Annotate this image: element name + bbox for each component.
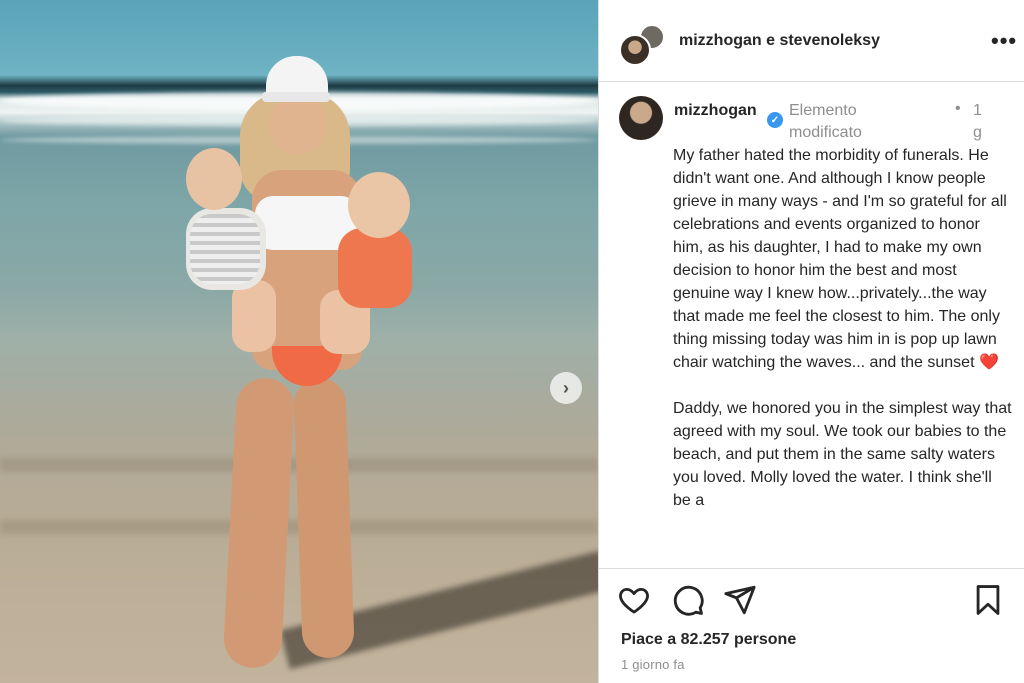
chevron-right-icon: › xyxy=(563,377,569,398)
caption-text: My father hated the morbidity of funeral… xyxy=(673,147,1012,371)
photo-figure-face xyxy=(270,96,326,154)
red-heart-emoji: ❤️ xyxy=(978,354,999,371)
time-separator: • xyxy=(955,100,961,117)
avatar xyxy=(619,34,651,66)
post-side-panel: mizzhogan e stevenoleksy ••• mizzhogan ✓… xyxy=(598,0,1024,683)
post-header: mizzhogan e stevenoleksy ••• xyxy=(599,0,1024,82)
caption-username[interactable]: mizzhogan xyxy=(674,100,764,122)
avatar[interactable] xyxy=(619,96,663,140)
next-photo-button[interactable]: › xyxy=(550,372,582,404)
post-time[interactable]: 1 g xyxy=(973,100,987,144)
post-actions: Piace a 82.257 persone 1 giorno fa xyxy=(599,568,1024,683)
caption-text: Daddy, we honored you in the simplest wa… xyxy=(673,400,1012,509)
photo-baby-head xyxy=(348,172,410,238)
bookmark-icon[interactable] xyxy=(971,583,1005,617)
verified-badge-icon: ✓ xyxy=(767,112,783,128)
photo-figure-cap-brim xyxy=(262,92,330,102)
photo-baby-legs xyxy=(232,280,276,352)
photo-baby-body xyxy=(338,228,412,308)
heart-icon[interactable] xyxy=(617,583,651,617)
more-dots-icon[interactable]: ••• xyxy=(991,28,1017,54)
send-icon[interactable] xyxy=(723,583,757,617)
photo-figure-leg xyxy=(222,376,296,670)
caption-scroll-area[interactable]: My father hated the morbidity of funeral… xyxy=(673,144,1013,567)
collab-avatars[interactable] xyxy=(619,24,665,66)
comment-icon[interactable] xyxy=(671,583,705,617)
post-author-names[interactable]: mizzhogan e stevenoleksy xyxy=(679,32,880,50)
edited-label: Elemento modificato xyxy=(789,102,862,141)
likes-count[interactable]: Piace a 82.257 persone xyxy=(621,631,796,649)
photo-figure-leg xyxy=(293,377,355,659)
post-date: 1 giorno fa xyxy=(621,657,685,672)
post-caption: My father hated the morbidity of funeral… xyxy=(673,144,1013,512)
photo-baby-shirt xyxy=(190,214,260,284)
post-photo[interactable]: › xyxy=(0,0,598,683)
photo-baby-head xyxy=(186,148,242,210)
